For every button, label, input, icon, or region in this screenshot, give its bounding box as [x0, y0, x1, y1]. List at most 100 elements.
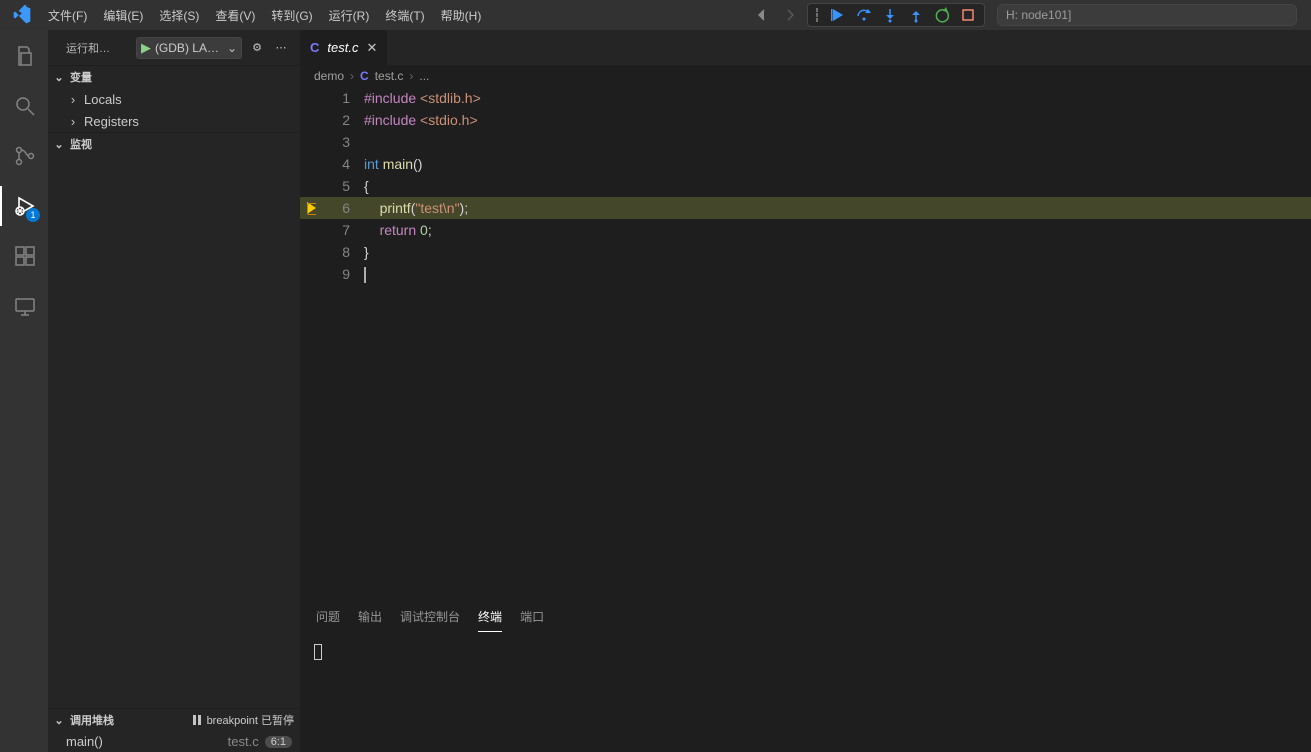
- editor-cursor: [364, 267, 366, 283]
- chevron-down-icon: ⌄: [52, 71, 66, 84]
- glyph-margin[interactable]: [300, 109, 320, 131]
- line-content: #include <stdio.h>: [364, 109, 1311, 131]
- section-header-variables[interactable]: ⌄ 变量: [48, 66, 300, 88]
- panel-tab[interactable]: 输出: [358, 608, 382, 632]
- launch-config-name: (gdb) laun: [155, 41, 223, 55]
- grip-icon[interactable]: [812, 7, 822, 23]
- editor-tab[interactable]: C test.c ✕: [300, 30, 388, 65]
- breadcrumb-item[interactable]: demo: [314, 69, 344, 83]
- tree-label: Locals: [84, 92, 122, 107]
- menu-item[interactable]: 帮助(H): [433, 3, 490, 28]
- launch-config-select[interactable]: ▶ (gdb) laun ⌄: [136, 37, 242, 59]
- restart-button[interactable]: [930, 4, 954, 26]
- variables-locals[interactable]: › Locals: [48, 88, 300, 110]
- debug-side-panel: 运行和… ▶ (gdb) laun ⌄ ⚙ ⋯ ⌄ 变量 › Locals: [48, 30, 300, 752]
- glyph-margin[interactable]: [300, 131, 320, 153]
- nav-back-icon[interactable]: [751, 4, 773, 26]
- code-line[interactable]: 2#include <stdio.h>: [300, 109, 1311, 131]
- command-center-text: H: node101]: [1006, 8, 1071, 22]
- panel-tab[interactable]: 端口: [520, 608, 544, 632]
- line-content: [364, 131, 1311, 153]
- section-header-callstack[interactable]: ⌄ 调用堆栈 breakpoint 已暂停: [48, 709, 300, 731]
- tree-label: Registers: [84, 114, 139, 129]
- play-icon: ▶: [141, 40, 151, 56]
- step-over-button[interactable]: [852, 4, 876, 26]
- gear-icon[interactable]: ⚙: [248, 41, 266, 54]
- activity-run-debug[interactable]: 1: [0, 186, 48, 226]
- nav-forward-icon[interactable]: [779, 4, 801, 26]
- code-line[interactable]: 1#include <stdlib.h>: [300, 87, 1311, 109]
- step-out-button[interactable]: [904, 4, 928, 26]
- code-line[interactable]: 9: [300, 263, 1311, 285]
- menu-item[interactable]: 编辑(E): [95, 3, 151, 28]
- terminal-body[interactable]: [300, 636, 1311, 752]
- line-number: 4: [320, 153, 364, 175]
- callstack-frame[interactable]: main() test.c 6:1: [48, 731, 300, 752]
- glyph-margin[interactable]: [300, 87, 320, 109]
- line-number: 1: [320, 87, 364, 109]
- activity-remote[interactable]: [0, 286, 48, 326]
- glyph-margin[interactable]: [300, 241, 320, 263]
- activity-extensions[interactable]: [0, 236, 48, 276]
- activity-explorer[interactable]: [0, 36, 48, 76]
- titlebar: 文件(F)编辑(E)选择(S)查看(V)转到(G)运行(R)终端(T)帮助(H)…: [0, 0, 1311, 30]
- panel-tab[interactable]: 调试控制台: [400, 608, 460, 632]
- code-line[interactable]: 7 return 0;: [300, 219, 1311, 241]
- menu-item[interactable]: 查看(V): [207, 3, 263, 28]
- section-header-watch[interactable]: ⌄ 监视: [48, 133, 300, 155]
- step-into-button[interactable]: [878, 4, 902, 26]
- menu-item[interactable]: 运行(R): [321, 3, 378, 28]
- code-line[interactable]: 6 printf("test\n");: [300, 197, 1311, 219]
- section-label: 调用堆栈: [70, 712, 114, 728]
- code-line[interactable]: 8}: [300, 241, 1311, 263]
- menu-item[interactable]: 转到(G): [263, 3, 320, 28]
- chevron-right-icon: ›: [66, 114, 80, 129]
- tab-filename: test.c: [327, 40, 358, 55]
- glyph-margin[interactable]: [300, 219, 320, 241]
- frame-line: 6:1: [265, 736, 292, 748]
- glyph-margin[interactable]: [300, 153, 320, 175]
- breadcrumb-item[interactable]: ...: [419, 69, 429, 83]
- glyph-margin[interactable]: [300, 197, 320, 219]
- panel-tab[interactable]: 问题: [316, 608, 340, 632]
- continue-button[interactable]: [826, 4, 850, 26]
- panel-tab[interactable]: 终端: [478, 608, 502, 632]
- activity-badge: 1: [26, 208, 40, 222]
- breakpoint-arrow-icon: [307, 202, 316, 214]
- line-content: [364, 263, 1311, 285]
- pause-icon: [191, 714, 203, 726]
- command-center[interactable]: H: node101]: [997, 4, 1297, 26]
- chevron-right-icon: ›: [409, 69, 413, 83]
- menu-item[interactable]: 选择(S): [151, 3, 207, 28]
- chevron-down-icon: ⌄: [52, 138, 66, 151]
- glyph-margin[interactable]: [300, 263, 320, 285]
- c-lang-icon: C: [310, 40, 319, 55]
- more-icon[interactable]: ⋯: [272, 41, 290, 54]
- breadcrumb-item[interactable]: test.c: [375, 69, 404, 83]
- menu-item[interactable]: 终端(T): [377, 3, 432, 28]
- debug-toolbar: [807, 3, 985, 27]
- c-lang-icon: C: [360, 69, 369, 83]
- line-content: printf("test\n");: [364, 197, 1311, 219]
- code-line[interactable]: 5{: [300, 175, 1311, 197]
- frame-file: test.c: [228, 734, 259, 749]
- line-number: 9: [320, 263, 364, 285]
- glyph-margin[interactable]: [300, 175, 320, 197]
- activity-search[interactable]: [0, 86, 48, 126]
- chevron-right-icon: ›: [350, 69, 354, 83]
- line-content: }: [364, 241, 1311, 263]
- paused-badge: breakpoint 已暂停: [191, 712, 300, 728]
- line-number: 7: [320, 219, 364, 241]
- activity-scm[interactable]: [0, 136, 48, 176]
- breadcrumbs[interactable]: demo › C test.c › ...: [300, 65, 1311, 87]
- section-label: 监视: [70, 136, 92, 152]
- code-line[interactable]: 3: [300, 131, 1311, 153]
- code-editor[interactable]: 1#include <stdlib.h>2#include <stdio.h>3…: [300, 87, 1311, 602]
- section-variables: ⌄ 变量 › Locals › Registers: [48, 65, 300, 132]
- section-callstack: ⌄ 调用堆栈 breakpoint 已暂停 main() test.c 6:1: [48, 708, 300, 752]
- variables-registers[interactable]: › Registers: [48, 110, 300, 132]
- stop-button[interactable]: [956, 4, 980, 26]
- menu-item[interactable]: 文件(F): [40, 3, 95, 28]
- close-icon[interactable]: ✕: [366, 40, 377, 56]
- code-line[interactable]: 4int main(): [300, 153, 1311, 175]
